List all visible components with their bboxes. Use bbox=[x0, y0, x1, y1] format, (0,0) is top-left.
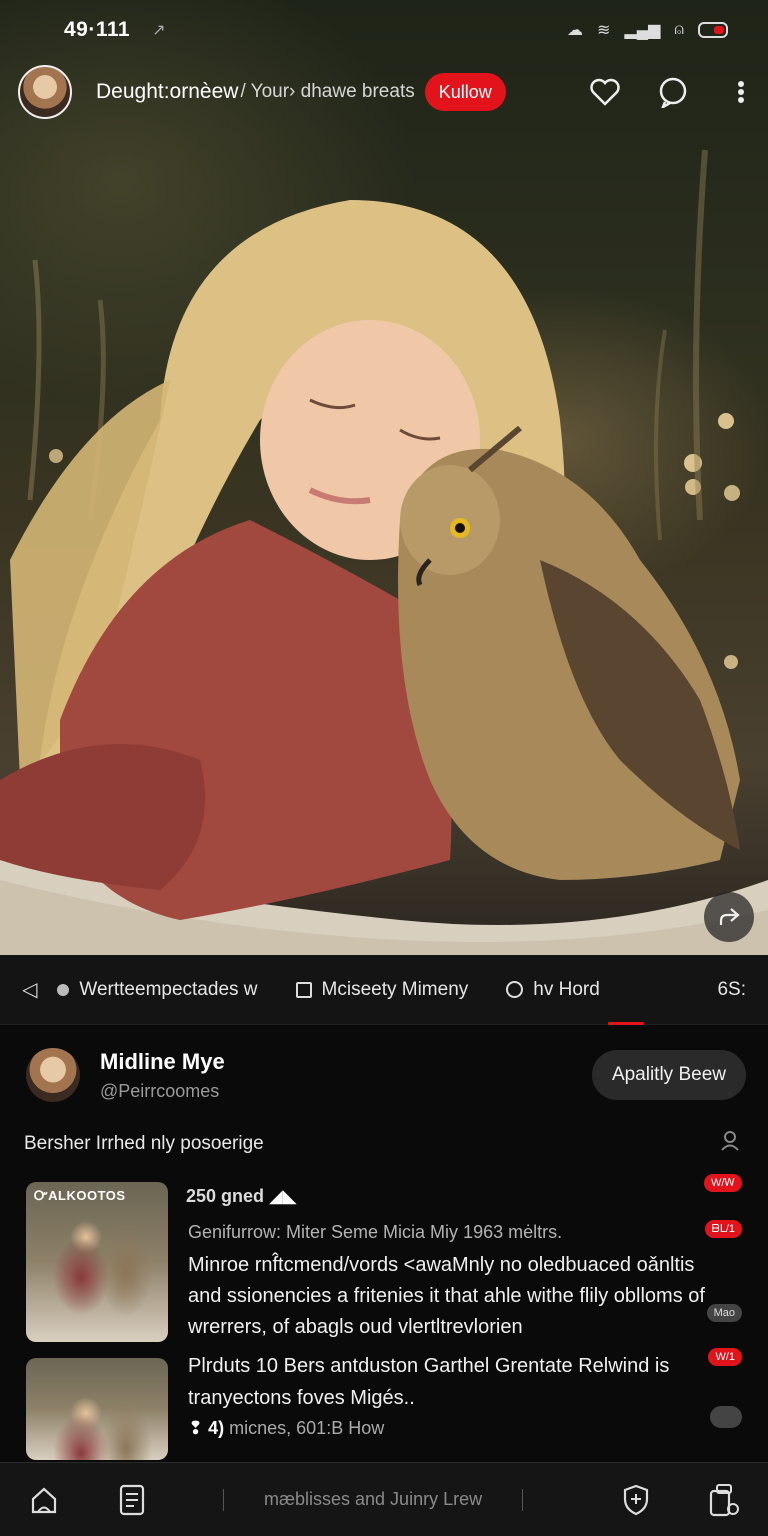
wifi-icon: ≋ bbox=[597, 22, 611, 39]
status-time: 49·111 bbox=[64, 18, 131, 41]
library-icon[interactable] bbox=[708, 1483, 740, 1517]
channel-handle: @Peirrcoomes bbox=[100, 1080, 220, 1101]
location-icon: ↗ bbox=[152, 22, 166, 39]
dot-icon bbox=[57, 983, 70, 996]
cloud-icon: ☁ bbox=[567, 22, 584, 39]
tab-strip: ◁ Wertteempectades w Mciseety Mimeny hv … bbox=[0, 955, 768, 1025]
bottom-navigation: mæblisses and Juinry Lrew bbox=[0, 1462, 768, 1536]
nav-label[interactable]: mæblisses and Juinry Lrew bbox=[264, 1489, 482, 1510]
channel-name[interactable]: Midline Mye bbox=[100, 1049, 225, 1075]
tab-1[interactable]: Wertteempectades w bbox=[57, 978, 258, 1001]
nav-divider bbox=[522, 1488, 524, 1511]
comment-icon[interactable] bbox=[656, 75, 690, 109]
list-item[interactable]: ᏅALKOOTOS 250 gned ◢◣ Genifurrow: Miter … bbox=[26, 1174, 746, 1347]
tab-3[interactable]: hv Hord bbox=[506, 979, 600, 1001]
status-bar: 49·111 ↗ ☁ ≋ ▂▄▆ ⍝ bbox=[0, 0, 768, 60]
battery-icon bbox=[698, 22, 728, 38]
creator-subtitle: / Your› dhawe breats bbox=[240, 81, 415, 102]
video-thumbnail[interactable]: ᏅALKOOTOS bbox=[26, 1182, 168, 1342]
hero-photo[interactable] bbox=[0, 0, 768, 955]
item-stats: ❢ 4) micnes, 601:B How bbox=[188, 1418, 385, 1438]
circle-icon bbox=[506, 981, 524, 998]
item-subline: Genifurrow: Miter Seme Micia Miy 1963 mė… bbox=[188, 1222, 563, 1242]
subscribe-button[interactable]: Apalitly Beew bbox=[591, 1050, 746, 1100]
tab-2-label: Mciseety Mimeny bbox=[321, 978, 469, 1000]
badge: Mao bbox=[706, 1304, 742, 1322]
badge: ᗷᒪ/1 bbox=[704, 1220, 742, 1238]
pin-icon: ❢ bbox=[188, 1418, 204, 1438]
person-add-icon[interactable] bbox=[720, 1130, 744, 1158]
square-icon bbox=[295, 981, 312, 998]
tab-2[interactable]: Mciseety Mimeny bbox=[295, 978, 469, 1001]
ai-badge-icon: ◢◣ bbox=[269, 1186, 297, 1206]
nav-divider bbox=[223, 1488, 224, 1511]
status-icons: ☁ ≋ ▂▄▆ ⍝ bbox=[567, 20, 728, 40]
more-options-icon[interactable] bbox=[724, 75, 758, 109]
item-meta: 250 gned ◢◣ bbox=[186, 1186, 297, 1206]
badge: W/1 bbox=[708, 1348, 742, 1366]
description-row: Bersher Irrhed nly posoerige bbox=[24, 1130, 744, 1158]
share-icon[interactable] bbox=[704, 892, 754, 942]
active-tab-indicator bbox=[608, 1022, 644, 1025]
list-item[interactable]: Plrduts 10 Bers antduston Garthel Grenta… bbox=[26, 1348, 746, 1460]
creator-name[interactable]: Deught:ornèew bbox=[96, 80, 238, 104]
home-icon[interactable] bbox=[28, 1483, 60, 1517]
channel-row: Midline Mye @Peirrcoomes Apalitly Beew bbox=[26, 1046, 746, 1104]
tab-1-label: Wertteempectades w bbox=[79, 978, 258, 1000]
video-thumbnail[interactable] bbox=[26, 1358, 168, 1460]
hero-illustration bbox=[0, 149, 768, 955]
alarm-icon: ⍝ bbox=[674, 21, 684, 38]
heart-icon[interactable] bbox=[588, 75, 622, 109]
sticker-icon[interactable] bbox=[710, 1406, 742, 1428]
back-arrow-icon[interactable]: ◁ bbox=[22, 977, 37, 1002]
badge: W/Ꮃ bbox=[703, 1174, 742, 1192]
channel-avatar[interactable] bbox=[26, 1048, 80, 1102]
item-title: Plrduts 10 Bers antduston Garthel Grenta… bbox=[188, 1355, 670, 1409]
thumbnail-label: ᏅALKOOTOS bbox=[34, 1188, 126, 1203]
item-body: Minroe rnf̂tcmend/vords <awaMnly no oled… bbox=[188, 1254, 705, 1338]
video-header: Deught:ornèew / Your› dhawe breats Kullo… bbox=[18, 64, 758, 120]
follow-button[interactable]: Kullow bbox=[424, 73, 506, 111]
creator-avatar[interactable] bbox=[18, 65, 72, 119]
tab-3-label: hv Hord bbox=[533, 978, 600, 1000]
tab-count: 6S: bbox=[717, 978, 746, 1000]
shield-icon[interactable] bbox=[620, 1483, 652, 1517]
description-text: Bersher Irrhed nly posoerige bbox=[24, 1133, 264, 1154]
playlist-icon[interactable] bbox=[116, 1483, 148, 1517]
signal-icon: ▂▄▆ bbox=[624, 22, 661, 39]
